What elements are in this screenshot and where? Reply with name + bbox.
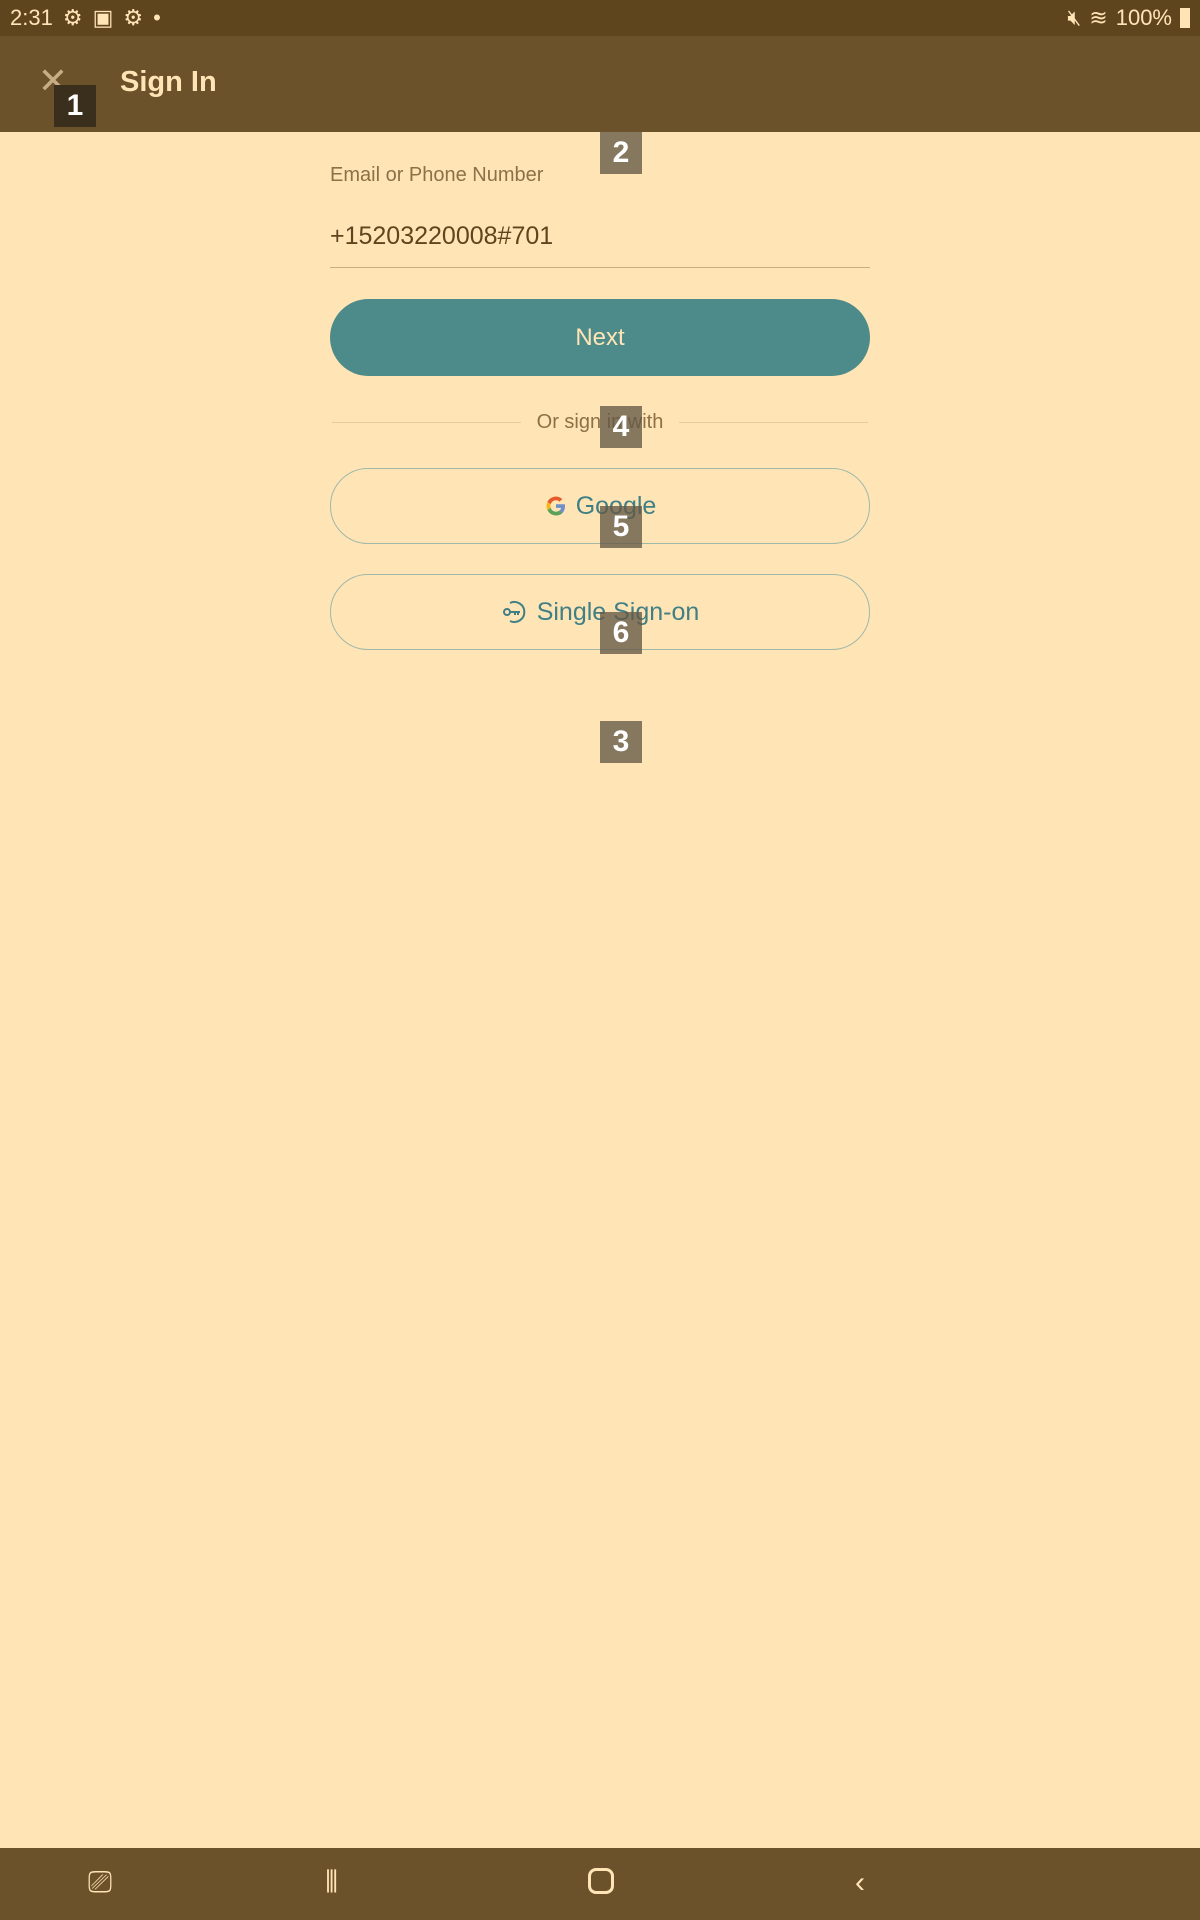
screenshot-icon: ▣	[92, 5, 114, 30]
divider-line	[679, 421, 868, 423]
status-time: 2:31	[10, 5, 53, 30]
battery-icon	[1180, 8, 1190, 28]
next-button[interactable]: Next	[330, 299, 870, 376]
page-title: Sign In	[120, 66, 217, 98]
email-label: Email or Phone Number	[330, 164, 544, 186]
email-field[interactable]: +15203220008#701	[330, 218, 870, 268]
battery-percent: 100%	[1115, 5, 1172, 30]
wifi-icon: ≋	[1089, 5, 1108, 30]
status-bar: 2:31 ⚙ ▣ ⚙ • 🔇︎ ≋ 100%	[0, 0, 1200, 36]
annotation-badge: 1	[54, 85, 96, 127]
annotation-badge: 4	[600, 406, 642, 448]
annotation-badge: 6	[600, 612, 642, 654]
recent-apps-icon[interactable]: ⦀	[325, 1866, 338, 1900]
recent-screenshot-icon[interactable]: ⎚	[88, 1866, 112, 1900]
google-icon	[546, 496, 565, 516]
dot-icon: •	[153, 5, 161, 30]
back-icon[interactable]: ‹	[855, 1866, 865, 1900]
annotation-badge: 5	[600, 506, 642, 548]
home-icon[interactable]	[588, 1868, 614, 1894]
key-icon	[502, 601, 526, 623]
divider-line	[332, 421, 521, 423]
annotation-badge: 2	[600, 132, 642, 174]
mute-icon: 🔇︎	[1067, 5, 1082, 30]
navigation-bar: ⎚ ⦀ ‹	[0, 1848, 1200, 1920]
app-bar: ✕ Sign In	[0, 36, 1200, 132]
annotation-badge: 3	[600, 721, 642, 763]
settings-icon: ⚙	[62, 5, 83, 30]
settings-outline-icon: ⚙	[123, 5, 144, 30]
